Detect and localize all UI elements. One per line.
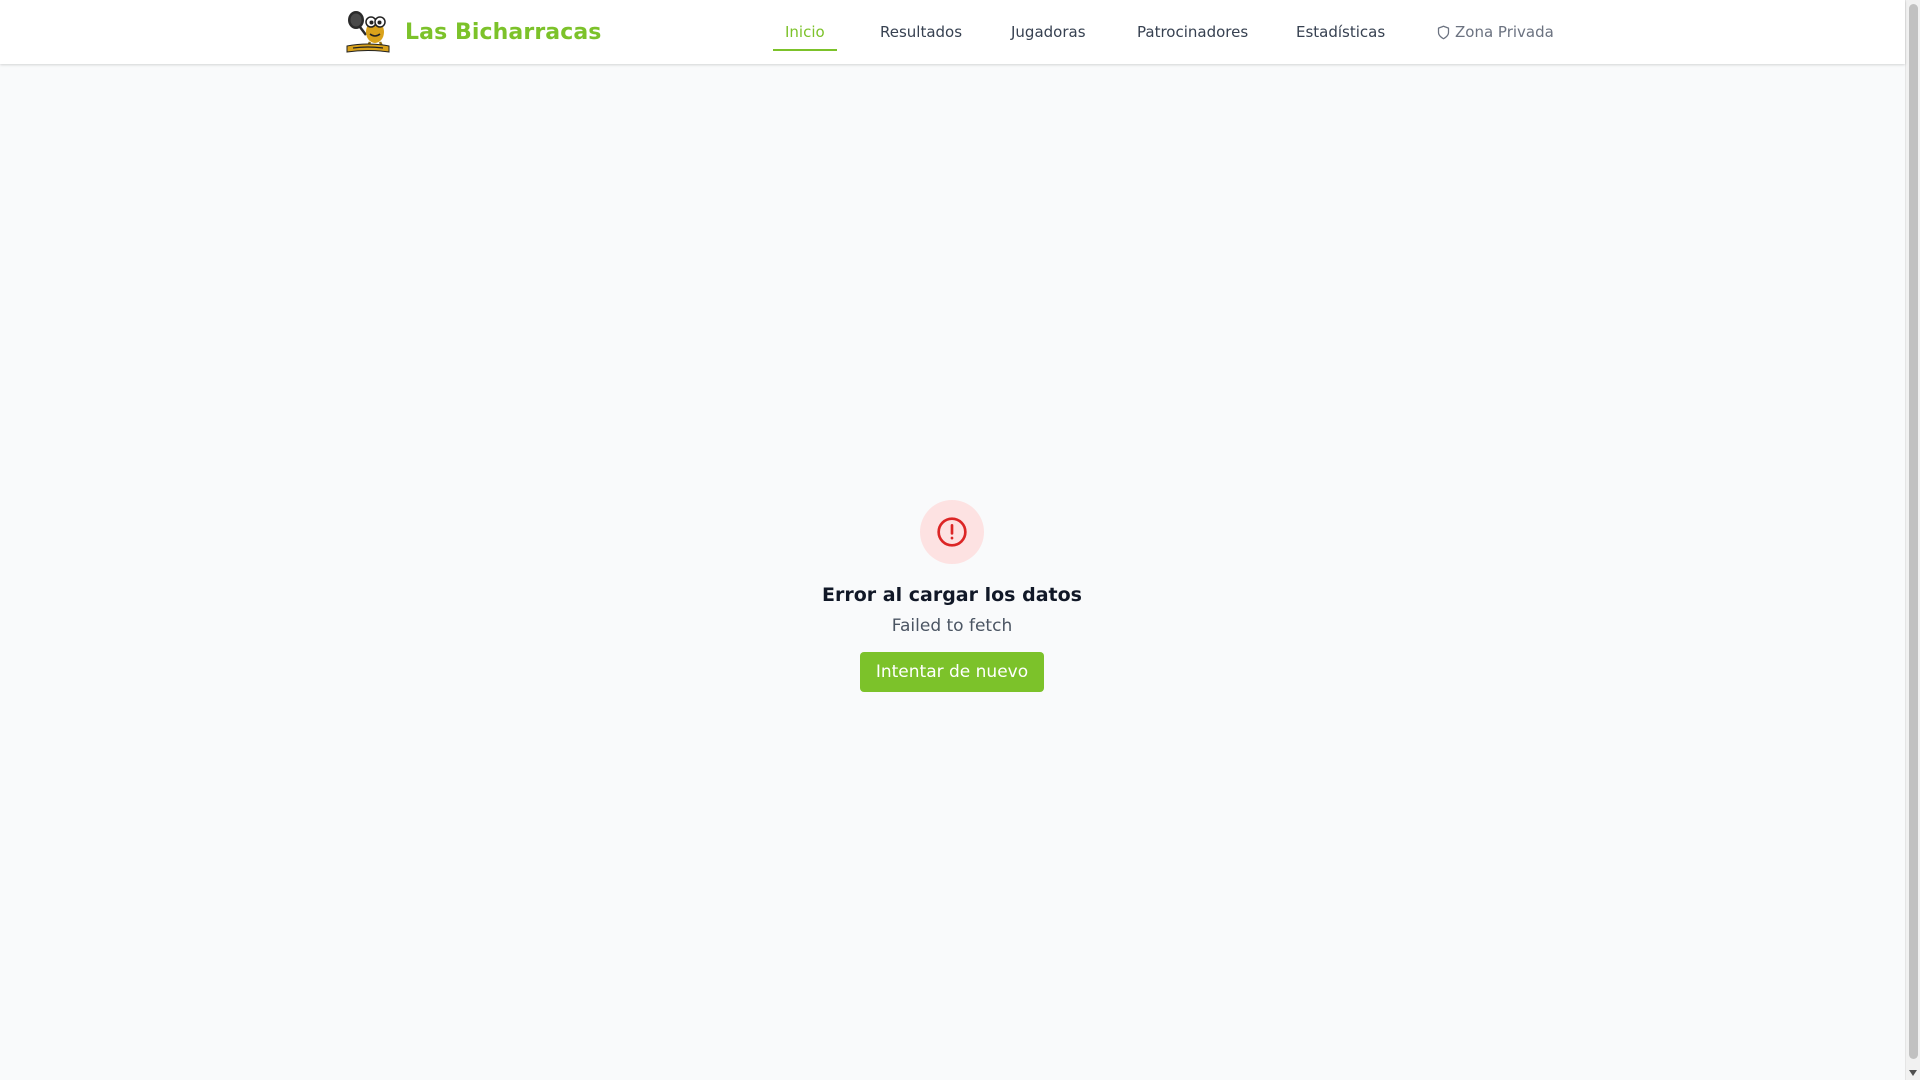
nav-item-label: Inicio (785, 23, 825, 41)
scrollbar-thumb[interactable] (1909, 4, 1918, 1059)
shield-icon (1437, 25, 1450, 39)
alert-circle-icon (937, 517, 967, 547)
error-title: Error al cargar los datos (822, 584, 1082, 606)
nav-item-resultados[interactable]: Resultados (868, 0, 974, 64)
error-message: Failed to fetch (891, 616, 1013, 636)
nav-item-estadisticas[interactable]: Estadísticas (1284, 0, 1397, 64)
site-header: Las Bicharracas Inicio Resultados Jugado… (0, 0, 1905, 64)
nav-item-patrocinadores[interactable]: Patrocinadores (1125, 0, 1260, 64)
main-nav: Inicio Resultados Jugadoras Patrocinador… (0, 0, 1905, 64)
nav-item-label: Zona Privada (1455, 23, 1554, 41)
retry-button[interactable]: Intentar de nuevo (859, 652, 1045, 692)
scroll-down-arrow-icon[interactable] (1909, 1070, 1917, 1076)
nav-item-label: Resultados (880, 23, 963, 41)
nav-item-label: Patrocinadores (1137, 23, 1249, 41)
app-viewport: Las Bicharracas Inicio Resultados Jugado… (0, 0, 1905, 1080)
nav-item-zona-privada[interactable]: Zona Privada (1436, 0, 1554, 64)
page-scrollbar[interactable] (1905, 0, 1920, 1080)
error-panel: Error al cargar los datos Failed to fetc… (752, 500, 1152, 692)
nav-item-inicio[interactable]: Inicio (773, 0, 837, 64)
nav-item-label: Jugadoras (1011, 23, 1086, 41)
nav-item-jugadoras[interactable]: Jugadoras (999, 0, 1098, 64)
nav-item-label: Estadísticas (1296, 23, 1386, 41)
error-icon-badge (920, 500, 984, 564)
